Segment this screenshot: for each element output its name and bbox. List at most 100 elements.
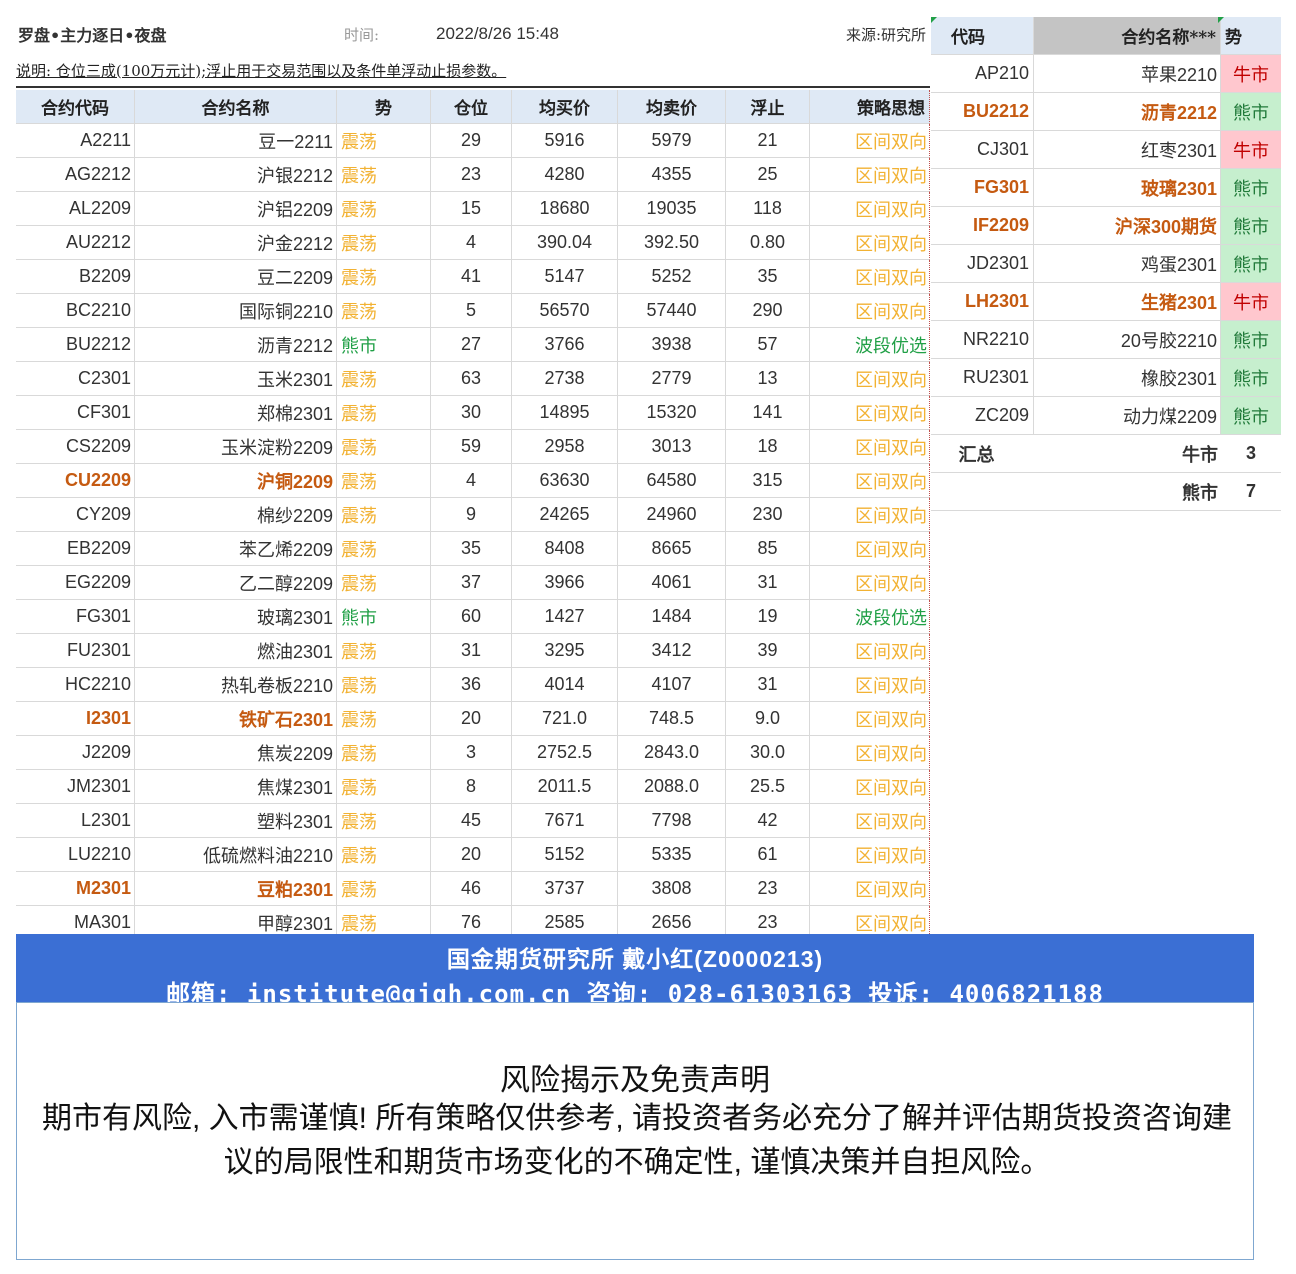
avg-sell-cell[interactable]: 4355 <box>618 158 726 192</box>
side-code-cell[interactable]: CJ301 <box>931 131 1034 169</box>
name-cell[interactable]: 焦煤2301 <box>135 770 337 804</box>
position-cell[interactable]: 9 <box>431 498 512 532</box>
code-cell[interactable]: J2209 <box>16 736 135 770</box>
name-cell[interactable]: 玉米淀粉2209 <box>135 430 337 464</box>
code-cell[interactable]: CY209 <box>16 498 135 532</box>
avg-sell-cell[interactable]: 1484 <box>618 600 726 634</box>
float-stop-cell[interactable]: 141 <box>726 396 810 430</box>
trend-cell[interactable]: 震荡 <box>337 226 431 260</box>
code-cell[interactable]: EG2209 <box>16 566 135 600</box>
avg-buy-cell[interactable]: 18680 <box>512 192 618 226</box>
trend-cell[interactable]: 震荡 <box>337 464 431 498</box>
position-cell[interactable]: 41 <box>431 260 512 294</box>
strategy-cell[interactable]: 区间双向 <box>810 294 930 328</box>
summary-label[interactable]: 汇总 <box>931 435 1034 473</box>
position-cell[interactable]: 20 <box>431 838 512 872</box>
side-name-cell[interactable]: 沥青2212 <box>1034 93 1221 131</box>
avg-buy-cell[interactable]: 4280 <box>512 158 618 192</box>
name-cell[interactable]: 沪金2212 <box>135 226 337 260</box>
avg-buy-cell[interactable]: 8408 <box>512 532 618 566</box>
float-stop-cell[interactable]: 39 <box>726 634 810 668</box>
name-cell[interactable]: 乙二醇2209 <box>135 566 337 600</box>
col-header-avg-sell[interactable]: 均卖价 <box>618 90 726 124</box>
trend-cell[interactable]: 震荡 <box>337 124 431 158</box>
trend-cell[interactable]: 熊市 <box>337 600 431 634</box>
float-stop-cell[interactable]: 85 <box>726 532 810 566</box>
strategy-cell[interactable]: 区间双向 <box>810 362 930 396</box>
avg-sell-cell[interactable]: 4061 <box>618 566 726 600</box>
summary-empty-cell[interactable] <box>931 473 1034 511</box>
side-code-cell[interactable]: FG301 <box>931 169 1034 207</box>
avg-sell-cell[interactable]: 4107 <box>618 668 726 702</box>
code-cell[interactable]: I2301 <box>16 702 135 736</box>
avg-sell-cell[interactable]: 5335 <box>618 838 726 872</box>
trend-cell[interactable]: 震荡 <box>337 498 431 532</box>
name-cell[interactable]: 沪铜2209 <box>135 464 337 498</box>
col-header-position[interactable]: 仓位 <box>431 90 512 124</box>
summary-bull-count[interactable]: 3 <box>1221 435 1281 473</box>
avg-buy-cell[interactable]: 5916 <box>512 124 618 158</box>
avg-sell-cell[interactable]: 24960 <box>618 498 726 532</box>
col-header-float-stop[interactable]: 浮止 <box>726 90 810 124</box>
side-code-cell[interactable]: ZC209 <box>931 397 1034 435</box>
strategy-cell[interactable]: 区间双向 <box>810 872 930 906</box>
float-stop-cell[interactable]: 9.0 <box>726 702 810 736</box>
avg-sell-cell[interactable]: 7798 <box>618 804 726 838</box>
avg-buy-cell[interactable]: 4014 <box>512 668 618 702</box>
side-col-header-name[interactable]: 合约名称*** <box>1034 17 1221 55</box>
trend-cell[interactable]: 震荡 <box>337 260 431 294</box>
position-cell[interactable]: 23 <box>431 158 512 192</box>
strategy-cell[interactable]: 区间双向 <box>810 430 930 464</box>
side-trend-cell[interactable]: 熊市 <box>1221 169 1281 207</box>
position-cell[interactable]: 30 <box>431 396 512 430</box>
name-cell[interactable]: 棉纱2209 <box>135 498 337 532</box>
position-cell[interactable]: 63 <box>431 362 512 396</box>
avg-sell-cell[interactable]: 8665 <box>618 532 726 566</box>
avg-buy-cell[interactable]: 2958 <box>512 430 618 464</box>
side-trend-cell[interactable]: 牛市 <box>1221 131 1281 169</box>
float-stop-cell[interactable]: 315 <box>726 464 810 498</box>
side-col-header-code[interactable]: 代码 <box>931 17 1034 55</box>
side-code-cell[interactable]: NR2210 <box>931 321 1034 359</box>
summary-bear-count[interactable]: 7 <box>1221 473 1281 511</box>
side-code-cell[interactable]: RU2301 <box>931 359 1034 397</box>
side-code-cell[interactable]: AP210 <box>931 55 1034 93</box>
code-cell[interactable]: FG301 <box>16 600 135 634</box>
trend-cell[interactable]: 震荡 <box>337 770 431 804</box>
col-header-code[interactable]: 合约代码 <box>16 90 135 124</box>
side-trend-cell[interactable]: 牛市 <box>1221 55 1281 93</box>
side-trend-cell[interactable]: 熊市 <box>1221 397 1281 435</box>
position-cell[interactable]: 15 <box>431 192 512 226</box>
side-name-cell[interactable]: 沪深300期货 <box>1034 207 1221 245</box>
avg-sell-cell[interactable]: 5979 <box>618 124 726 158</box>
avg-buy-cell[interactable]: 3295 <box>512 634 618 668</box>
float-stop-cell[interactable]: 35 <box>726 260 810 294</box>
avg-sell-cell[interactable]: 392.50 <box>618 226 726 260</box>
position-cell[interactable]: 31 <box>431 634 512 668</box>
position-cell[interactable]: 36 <box>431 668 512 702</box>
avg-sell-cell[interactable]: 5252 <box>618 260 726 294</box>
avg-buy-cell[interactable]: 390.04 <box>512 226 618 260</box>
strategy-cell[interactable]: 区间双向 <box>810 192 930 226</box>
position-cell[interactable]: 3 <box>431 736 512 770</box>
avg-buy-cell[interactable]: 1427 <box>512 600 618 634</box>
code-cell[interactable]: FU2301 <box>16 634 135 668</box>
strategy-cell[interactable]: 区间双向 <box>810 668 930 702</box>
float-stop-cell[interactable]: 19 <box>726 600 810 634</box>
side-name-cell[interactable]: 动力煤2209 <box>1034 397 1221 435</box>
name-cell[interactable]: 沪铝2209 <box>135 192 337 226</box>
avg-buy-cell[interactable]: 24265 <box>512 498 618 532</box>
avg-buy-cell[interactable]: 5152 <box>512 838 618 872</box>
side-code-cell[interactable]: IF2209 <box>931 207 1034 245</box>
float-stop-cell[interactable]: 23 <box>726 872 810 906</box>
avg-sell-cell[interactable]: 64580 <box>618 464 726 498</box>
strategy-cell[interactable]: 区间双向 <box>810 464 930 498</box>
float-stop-cell[interactable]: 0.80 <box>726 226 810 260</box>
code-cell[interactable]: HC2210 <box>16 668 135 702</box>
position-cell[interactable]: 35 <box>431 532 512 566</box>
trend-cell[interactable]: 震荡 <box>337 634 431 668</box>
strategy-cell[interactable]: 区间双向 <box>810 736 930 770</box>
name-cell[interactable]: 玉米2301 <box>135 362 337 396</box>
float-stop-cell[interactable]: 31 <box>726 566 810 600</box>
name-cell[interactable]: 郑棉2301 <box>135 396 337 430</box>
